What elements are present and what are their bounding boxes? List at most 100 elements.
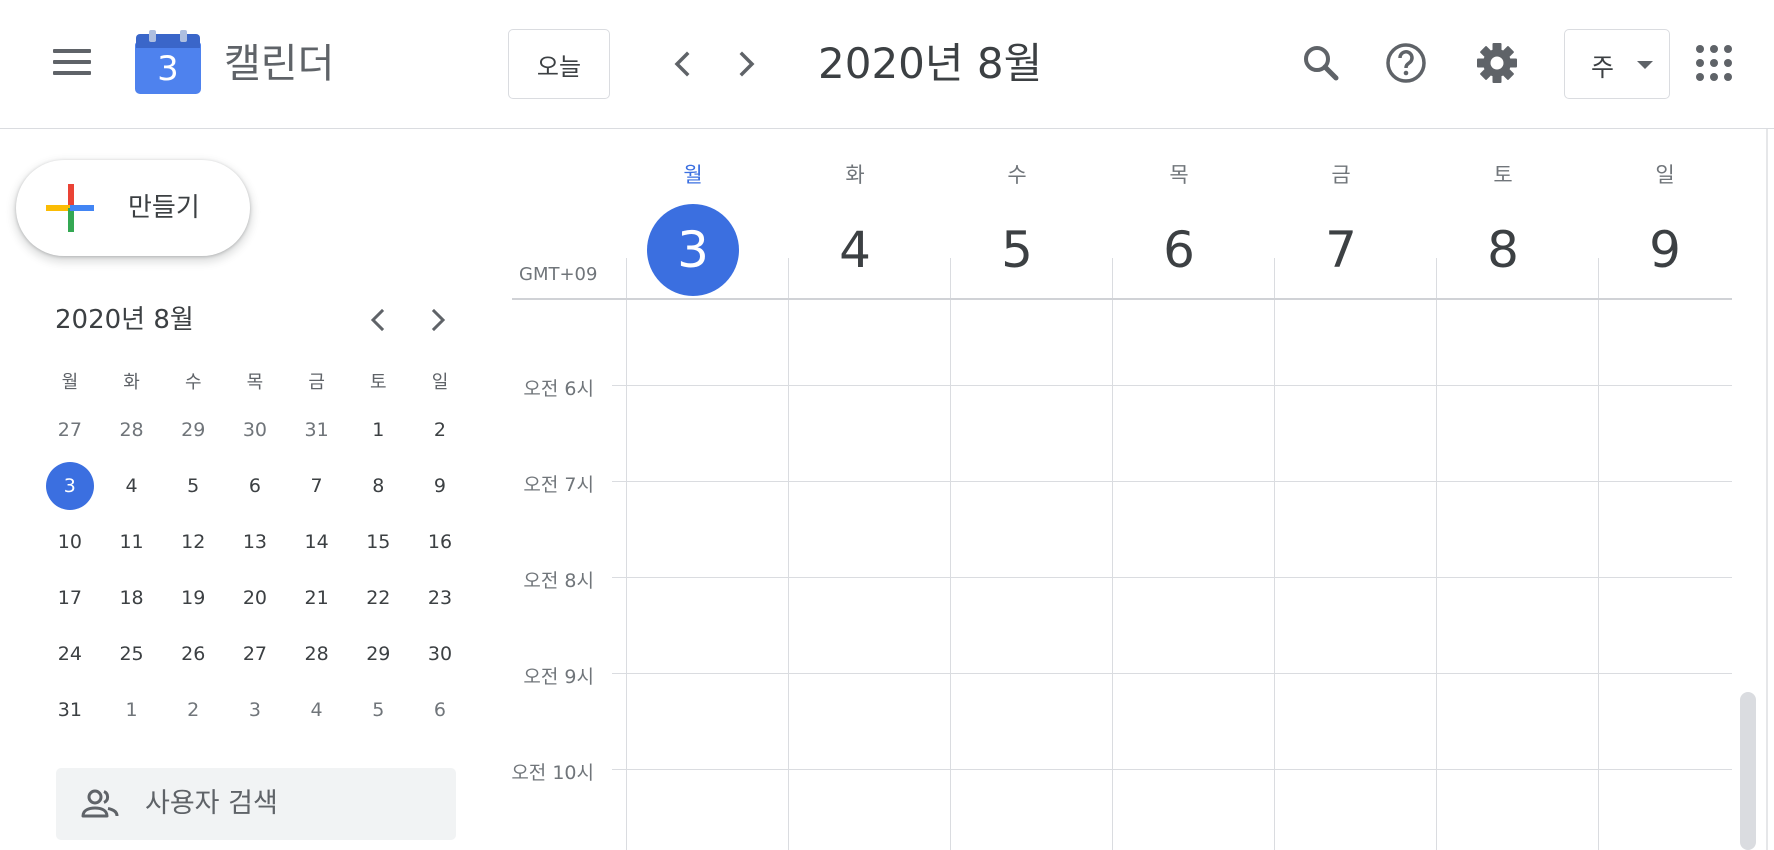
menu-icon[interactable]: [48, 45, 91, 81]
day-date[interactable]: 5: [971, 204, 1063, 296]
mini-calendar-day[interactable]: 27: [39, 402, 101, 458]
day-header-2[interactable]: 화4: [774, 160, 936, 296]
day-header-3[interactable]: 수5: [936, 160, 1098, 296]
settings-button[interactable]: [1474, 40, 1520, 86]
day-header-5[interactable]: 금7: [1260, 160, 1422, 296]
mini-calendar-day-number: 11: [119, 531, 144, 553]
view-selector-label: 주: [1591, 53, 1615, 82]
mini-calendar-day[interactable]: 1: [347, 402, 409, 458]
mini-calendar-day[interactable]: 2: [162, 682, 224, 738]
mini-calendar-day[interactable]: 29: [347, 626, 409, 682]
mini-calendar-day[interactable]: 30: [409, 626, 471, 682]
calendar-logo-icon[interactable]: 3: [135, 30, 201, 94]
mini-calendar-day[interactable]: 15: [347, 514, 409, 570]
help-button[interactable]: [1383, 40, 1429, 86]
mini-calendar-day[interactable]: 31: [39, 682, 101, 738]
mini-calendar-day[interactable]: 5: [347, 682, 409, 738]
mini-calendar-day-number: 29: [366, 643, 391, 665]
app-title[interactable]: 캘린더: [224, 36, 334, 92]
people-icon: [81, 789, 119, 818]
mini-calendar-day[interactable]: 18: [101, 570, 163, 626]
day-date[interactable]: 6: [1133, 204, 1225, 296]
mini-calendar-day-number: 16: [427, 531, 453, 553]
create-button[interactable]: 만들기: [16, 160, 250, 256]
mini-calendar-day-number: 12: [181, 531, 206, 553]
timezone-label: GMT+09: [519, 264, 598, 285]
apps-grid-icon[interactable]: [1696, 45, 1732, 81]
mini-calendar-day[interactable]: 6: [224, 458, 286, 514]
mini-calendar-day[interactable]: 28: [101, 402, 163, 458]
day-header-7[interactable]: 일9: [1584, 160, 1746, 296]
mini-calendar-day[interactable]: 3: [39, 458, 101, 514]
weekday-label: 화: [123, 372, 140, 393]
previous-week-button[interactable]: [663, 44, 703, 84]
mini-calendar-day[interactable]: 7: [286, 458, 348, 514]
day-date[interactable]: 4: [809, 204, 901, 296]
mini-calendar-day[interactable]: 2: [409, 402, 471, 458]
view-selector[interactable]: 주: [1564, 29, 1670, 99]
mini-calendar-day[interactable]: 29: [162, 402, 224, 458]
mini-calendar-day[interactable]: 24: [39, 626, 101, 682]
day-name: 금: [1331, 163, 1351, 187]
help-icon: [1386, 43, 1426, 83]
mini-calendar-day-number: 6: [248, 475, 261, 497]
mini-calendar-day[interactable]: 28: [286, 626, 348, 682]
mini-calendar-title: 2020년 8월: [55, 305, 194, 335]
mini-calendar-day[interactable]: 4: [101, 458, 163, 514]
mini-calendar-day[interactable]: 6: [409, 682, 471, 738]
mini-calendar-day[interactable]: 23: [409, 570, 471, 626]
mini-calendar-day[interactable]: 12: [162, 514, 224, 570]
day-header-6[interactable]: 토8: [1422, 160, 1584, 296]
mini-calendar-day-number: 1: [125, 699, 138, 721]
day-header-1[interactable]: 월3: [612, 160, 774, 296]
day-date[interactable]: 8: [1457, 204, 1549, 296]
mini-calendar-day[interactable]: 31: [286, 402, 348, 458]
mini-calendar-day[interactable]: 14: [286, 514, 348, 570]
mini-calendar-day-number: 29: [181, 419, 206, 441]
day-date[interactable]: 7: [1295, 204, 1387, 296]
mini-calendar-day[interactable]: 26: [162, 626, 224, 682]
day-header-4[interactable]: 목6: [1098, 160, 1260, 296]
mini-calendar-day[interactable]: 25: [101, 626, 163, 682]
day-column-divider: [1274, 258, 1275, 850]
mini-calendar-day-number: 5: [372, 699, 385, 721]
chevron-right-icon: [739, 51, 755, 77]
mini-calendar-day[interactable]: 22: [347, 570, 409, 626]
day-column-divider: [1112, 258, 1113, 850]
mini-calendar-day[interactable]: 5: [162, 458, 224, 514]
mini-calendar-day[interactable]: 11: [101, 514, 163, 570]
search-people-field[interactable]: 사용자 검색: [56, 768, 456, 840]
mini-calendar-day[interactable]: 20: [224, 570, 286, 626]
mini-calendar-day[interactable]: 21: [286, 570, 348, 626]
next-week-button[interactable]: [726, 44, 766, 84]
mini-calendar-day[interactable]: 3: [224, 682, 286, 738]
mini-calendar-day[interactable]: 13: [224, 514, 286, 570]
mini-calendar-day-number: 30: [242, 419, 267, 441]
mini-calendar-day[interactable]: 4: [286, 682, 348, 738]
mini-calendar-day[interactable]: 8: [347, 458, 409, 514]
scrollbar-thumb[interactable]: [1740, 692, 1756, 850]
mini-calendar-day-number: 9: [433, 475, 447, 497]
hour-gridline: [612, 673, 1732, 674]
mini-calendar-day-number: 25: [119, 643, 144, 665]
chevron-left-icon: [674, 51, 690, 77]
mini-calendar-day[interactable]: 17: [39, 570, 101, 626]
mini-calendar-day[interactable]: 19: [162, 570, 224, 626]
mini-calendar-day[interactable]: 1: [101, 682, 163, 738]
mini-calendar-day[interactable]: 27: [224, 626, 286, 682]
mini-calendar-day-number: 3: [248, 699, 261, 721]
day-date[interactable]: 9: [1619, 204, 1711, 296]
day-date[interactable]: 3: [647, 204, 739, 296]
mini-calendar-day-number: 13: [242, 531, 267, 553]
mini-calendar-day[interactable]: 10: [39, 514, 101, 570]
search-icon: [1304, 46, 1339, 81]
search-button[interactable]: [1298, 40, 1344, 86]
mini-calendar-day[interactable]: 16: [409, 514, 471, 570]
mini-calendar-day[interactable]: 30: [224, 402, 286, 458]
today-button[interactable]: 오늘: [508, 29, 610, 99]
logo-day-number: 3: [157, 49, 179, 89]
mini-calendar-prev-button[interactable]: [358, 300, 398, 340]
mini-calendar-day[interactable]: 9: [409, 458, 471, 514]
mini-calendar-next-button[interactable]: [418, 300, 458, 340]
mini-calendar-week-row: 24 25 26 27 28 29 30: [39, 626, 471, 682]
